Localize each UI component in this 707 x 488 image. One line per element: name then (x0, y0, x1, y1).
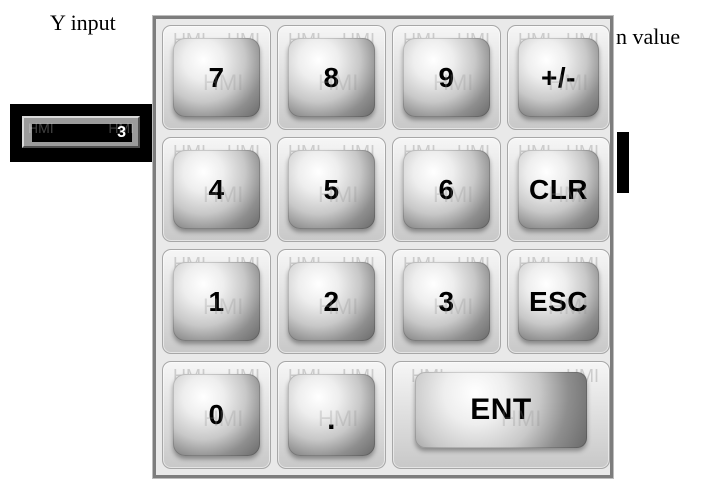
enter-label: ENT (470, 393, 532, 426)
right-black-bar (617, 132, 629, 193)
key-3-label: 3 (438, 285, 455, 317)
numeric-input-frame[interactable]: 3 HMI HMI (10, 104, 152, 162)
numeric-input-bezel: 3 HMI HMI (22, 116, 140, 148)
keypad-screen: Y input n value 3 HMI HMI HMI HMI 7 HMI … (0, 0, 707, 488)
clear-button[interactable]: CLR (518, 150, 599, 229)
escape-button[interactable]: ESC (518, 262, 599, 341)
key-7-button[interactable]: 7 (173, 38, 260, 117)
key-8-label: 8 (323, 61, 340, 93)
key-5-button[interactable]: 5 (288, 150, 375, 229)
key-8-button[interactable]: 8 (288, 38, 375, 117)
value-label: n value (616, 24, 681, 49)
key-cell-2: HMI HMI 2 HMI (277, 249, 386, 354)
numeric-keypad: HMI HMI 7 HMI HMI HMI 8 HMI HMI HMI 9 HM… (152, 15, 614, 479)
y-input-label: Y input (50, 10, 116, 35)
key-cell-decimal: HMI HMI . HMI (277, 361, 386, 469)
key-4-label: 4 (208, 173, 225, 205)
key-1-label: 1 (208, 285, 225, 317)
key-6-button[interactable]: 6 (403, 150, 490, 229)
key-7-label: 7 (208, 61, 225, 93)
key-cell-7: HMI HMI 7 HMI (162, 25, 271, 130)
key-cell-enter: HMI HMI ENT HMI (392, 361, 610, 469)
decimal-point-label: . (327, 403, 336, 436)
key-cell-clear: HMI HMI CLR HMI (507, 137, 610, 242)
key-cell-0: HMI HMI 0 HMI (162, 361, 271, 469)
numeric-input-field[interactable]: 3 (32, 124, 132, 142)
key-cell-5: HMI HMI 5 HMI (277, 137, 386, 242)
clear-label: CLR (528, 173, 589, 205)
key-0-label: 0 (208, 399, 225, 430)
key-cell-6: HMI HMI 6 HMI (392, 137, 501, 242)
key-6-label: 6 (438, 173, 455, 205)
key-cell-plus-minus: HMI HMI +/- HMI (507, 25, 610, 130)
decimal-point-button[interactable]: . (288, 374, 375, 456)
key-plus-minus-button[interactable]: +/- (518, 38, 599, 117)
key-cell-4: HMI HMI 4 HMI (162, 137, 271, 242)
key-4-button[interactable]: 4 (173, 150, 260, 229)
key-9-button[interactable]: 9 (403, 38, 490, 117)
key-1-button[interactable]: 1 (173, 262, 260, 341)
key-3-button[interactable]: 3 (403, 262, 490, 341)
escape-label: ESC (528, 285, 589, 317)
enter-button[interactable]: ENT (415, 372, 587, 448)
key-2-label: 2 (323, 285, 340, 317)
key-cell-1: HMI HMI 1 HMI (162, 249, 271, 354)
key-2-button[interactable]: 2 (288, 262, 375, 341)
key-cell-9: HMI HMI 9 HMI (392, 25, 501, 130)
key-5-label: 5 (323, 173, 340, 205)
key-0-button[interactable]: 0 (173, 374, 260, 456)
key-plus-minus-label: +/- (541, 61, 576, 93)
key-9-label: 9 (438, 61, 455, 93)
key-cell-8: HMI HMI 8 HMI (277, 25, 386, 130)
key-cell-3: HMI HMI 3 HMI (392, 249, 501, 354)
key-cell-escape: HMI HMI ESC HMI (507, 249, 610, 354)
